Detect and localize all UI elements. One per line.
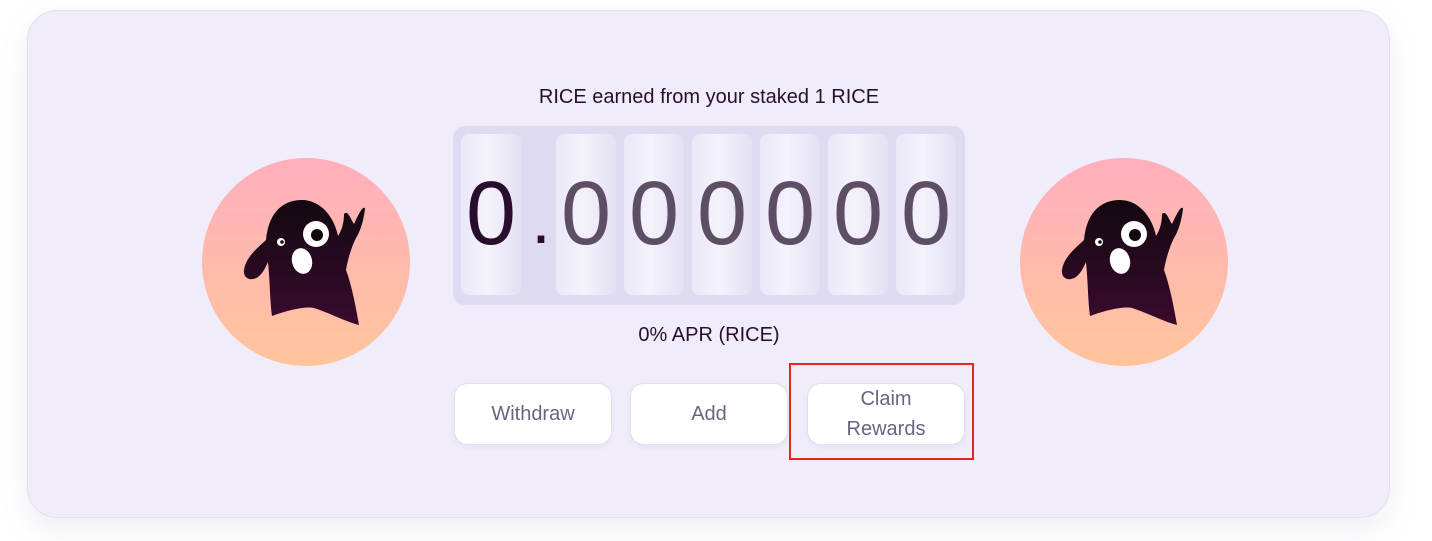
staking-card: RICE earned from your staked 1 RICE 0 . … (27, 10, 1390, 518)
mascot-avatar-left (202, 158, 410, 366)
rewards-counter: 0 . 0 0 0 0 0 0 (453, 126, 965, 305)
counter-digit-2: 0 (624, 134, 684, 295)
counter-digit-3: 0 (692, 134, 752, 295)
counter-digit-4: 0 (760, 134, 820, 295)
counter-decimal-point: . (531, 180, 551, 258)
counter-digit-6: 0 (896, 134, 956, 295)
ghost-mascot-icon (243, 200, 365, 325)
ghost-mascot-icon (1061, 200, 1183, 325)
claim-rewards-button-label: Claim Rewards (846, 388, 926, 440)
withdraw-button[interactable]: Withdraw (454, 383, 612, 445)
counter-digit-1: 0 (556, 134, 616, 295)
withdraw-button-label: Withdraw (491, 403, 575, 425)
add-button[interactable]: Add (630, 383, 788, 445)
mascot-avatar-right (1020, 158, 1228, 366)
counter-digit-5: 0 (828, 134, 888, 295)
counter-digit-whole: 0 (461, 134, 521, 295)
add-button-label: Add (691, 403, 727, 425)
apr-label: 0% APR (RICE) (638, 324, 780, 346)
claim-rewards-button[interactable]: Claim Rewards (807, 383, 965, 445)
earned-label: RICE earned from your staked 1 RICE (538, 86, 880, 108)
